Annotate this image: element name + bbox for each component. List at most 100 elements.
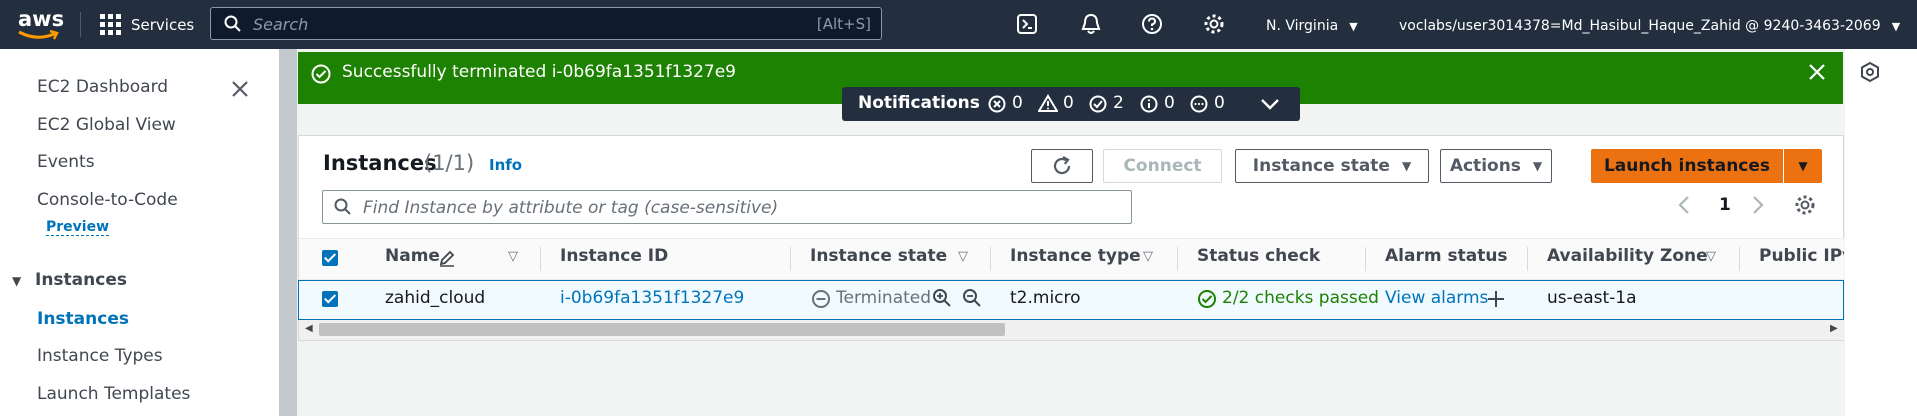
row-checkbox[interactable] xyxy=(322,291,338,307)
plus-icon[interactable] xyxy=(1486,289,1506,309)
sort-icon[interactable]: ▽ xyxy=(958,249,968,264)
hexagon-info-icon[interactable] xyxy=(1859,61,1881,83)
column-divider[interactable] xyxy=(1177,247,1178,271)
edit-pencil-icon xyxy=(439,250,455,267)
column-divider[interactable] xyxy=(1527,247,1528,271)
info-icon xyxy=(1140,95,1158,113)
column-divider[interactable] xyxy=(540,247,541,271)
info-count: 0 xyxy=(1164,93,1175,113)
search-icon xyxy=(224,15,241,32)
stopped-status-icon xyxy=(812,290,830,308)
instance-filter[interactable] xyxy=(322,190,1132,225)
cloudshell-icon[interactable] xyxy=(1017,14,1037,34)
caret-down-icon: ▼ xyxy=(1532,159,1543,173)
actions-button[interactable]: Actions ▼ xyxy=(1440,149,1552,183)
column-header-availability-zone[interactable]: Availability Zone xyxy=(1547,246,1708,266)
column-header-instance-state[interactable]: Instance state xyxy=(810,246,947,266)
region-label: N. Virginia xyxy=(1266,18,1339,34)
flash-message: Successfully terminated i-0b69fa1351f132… xyxy=(342,62,736,82)
check-circle-icon xyxy=(311,64,331,84)
services-label: Services xyxy=(131,16,195,34)
filter-input[interactable] xyxy=(361,191,1105,225)
sidebar-section-instances[interactable]: Instances xyxy=(35,270,127,290)
launch-instances-label: Launch instances xyxy=(1603,156,1771,176)
preferences-gear-icon[interactable] xyxy=(1794,194,1816,216)
cell-name: zahid_cloud xyxy=(385,288,486,308)
instance-count: (1/1) xyxy=(424,151,475,175)
chevron-down-icon[interactable] xyxy=(1260,97,1280,111)
page-number[interactable]: 1 xyxy=(1719,195,1731,215)
nav-divider xyxy=(80,12,81,37)
sidebar-item-instances[interactable]: Instances xyxy=(37,309,129,329)
caret-down-icon: ▼ xyxy=(1401,159,1412,173)
sidebar-item-launch-templates[interactable]: Launch Templates xyxy=(37,384,190,404)
sort-icon[interactable]: ▽ xyxy=(508,249,518,264)
aws-logo[interactable]: aws xyxy=(16,6,64,42)
right-rail xyxy=(1845,49,1917,416)
cell-state: Terminated xyxy=(836,288,932,308)
sidebar-item-ec2-dashboard[interactable]: EC2 Dashboard xyxy=(37,77,168,97)
cell-instance-id-link[interactable]: i-0b69fa1351f1327e9 xyxy=(560,288,744,308)
column-divider[interactable] xyxy=(990,247,991,271)
aws-logo-text: aws xyxy=(18,7,65,31)
scrollbar-thumb[interactable] xyxy=(319,323,1005,336)
sidebar-item-console-to-code[interactable]: Console-to-Code xyxy=(37,190,178,210)
chevron-right-icon[interactable] xyxy=(1751,195,1765,215)
connect-button[interactable]: Connect xyxy=(1103,149,1222,183)
column-header-name[interactable]: Name xyxy=(385,246,440,266)
sidebar-item-instance-types[interactable]: Instance Types xyxy=(37,346,163,366)
column-header-public-ipv4[interactable]: Public IPv4 xyxy=(1759,246,1844,266)
sidebar-item-events[interactable]: Events xyxy=(37,152,95,172)
notifications-bar[interactable]: Notifications 0 0 2 0 0 xyxy=(842,87,1300,121)
sort-icon[interactable]: ▽ xyxy=(1143,249,1153,264)
scroll-left-arrow-icon[interactable]: ◀ xyxy=(305,323,313,334)
instance-state-button[interactable]: Instance state ▼ xyxy=(1235,149,1429,183)
close-icon[interactable] xyxy=(1808,63,1826,81)
cell-instance-type: t2.micro xyxy=(1010,288,1081,308)
help-icon[interactable] xyxy=(1141,13,1163,35)
column-header-alarm-status[interactable]: Alarm status xyxy=(1385,246,1508,266)
column-divider[interactable] xyxy=(1365,247,1366,271)
cell-availability-zone: us-east-1a xyxy=(1547,288,1637,308)
grid-icon xyxy=(100,14,121,35)
info-link[interactable]: Info xyxy=(489,156,522,174)
account-menu[interactable]: voclabs/user3014378=Md_Hasibul_Haque_Zah… xyxy=(1399,15,1900,35)
search-input[interactable] xyxy=(251,8,755,41)
column-divider[interactable] xyxy=(790,247,791,271)
connect-label: Connect xyxy=(1123,156,1202,176)
launch-instances-button[interactable]: Launch instances xyxy=(1591,149,1783,183)
bell-icon[interactable] xyxy=(1080,13,1102,35)
actions-label: Actions xyxy=(1449,156,1521,176)
horizontal-scrollbar[interactable]: ◀ ▶ xyxy=(299,320,1844,340)
zoom-out-icon[interactable] xyxy=(962,288,982,308)
view-alarms-link[interactable]: View alarms xyxy=(1385,288,1488,308)
aws-smile-icon xyxy=(18,30,59,40)
column-header-status-check[interactable]: Status check xyxy=(1197,246,1320,266)
global-search[interactable]: [Alt+S] xyxy=(210,7,882,41)
close-icon[interactable] xyxy=(231,80,249,98)
caret-down-icon: ▼ xyxy=(1349,20,1358,33)
launch-instances-dropdown[interactable]: ▼ xyxy=(1784,149,1822,183)
in-progress-icon xyxy=(1190,95,1208,113)
refresh-button[interactable] xyxy=(1031,149,1093,183)
in-progress-count: 0 xyxy=(1214,93,1225,113)
region-selector[interactable]: N. Virginia ▼ xyxy=(1266,15,1358,35)
zoom-in-icon[interactable] xyxy=(932,288,952,308)
scroll-right-arrow-icon[interactable]: ▶ xyxy=(1830,323,1838,334)
sidebar-item-ec2-global-view[interactable]: EC2 Global View xyxy=(37,115,176,135)
account-label: voclabs/user3014378=Md_Hasibul_Haque_Zah… xyxy=(1399,18,1881,34)
services-menu-button[interactable]: Services xyxy=(100,12,194,38)
sort-icon[interactable]: ▽ xyxy=(1706,249,1716,264)
caret-down-icon[interactable]: ▼ xyxy=(12,274,21,288)
sidebar-scrollbar[interactable] xyxy=(279,49,297,416)
panel-title: Instances xyxy=(323,151,437,175)
select-all-checkbox[interactable] xyxy=(322,250,338,266)
preview-badge[interactable]: Preview xyxy=(46,219,110,236)
warning-icon xyxy=(1038,94,1058,112)
notifications-label: Notifications xyxy=(858,93,980,113)
settings-gear-icon[interactable] xyxy=(1203,13,1225,35)
instance-state-label: Instance state xyxy=(1252,156,1390,176)
column-header-instance-type[interactable]: Instance type xyxy=(1010,246,1141,266)
chevron-left-icon[interactable] xyxy=(1677,195,1691,215)
column-header-instance-id[interactable]: Instance ID xyxy=(560,246,668,266)
